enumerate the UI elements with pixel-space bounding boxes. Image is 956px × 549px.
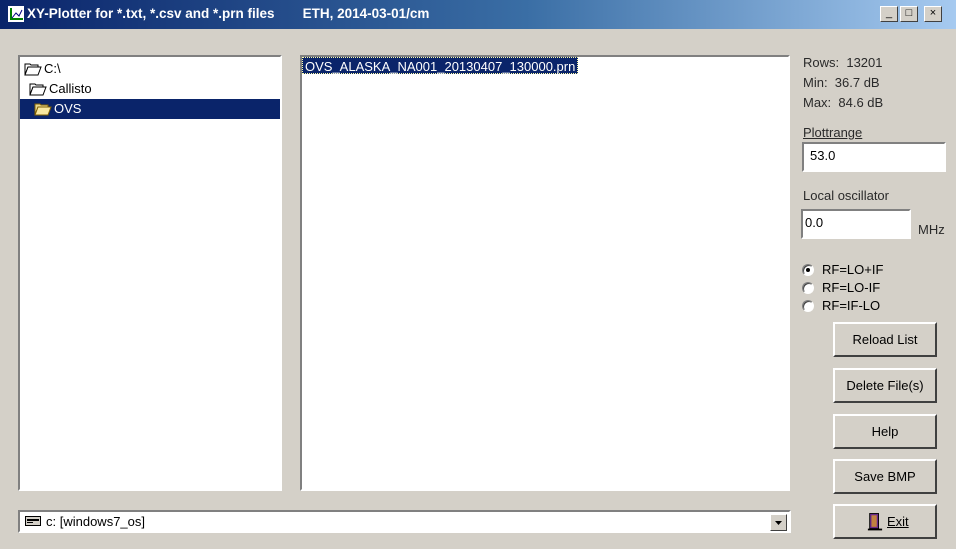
minimize-button[interactable]: _	[880, 6, 898, 22]
open-folder-icon	[24, 63, 42, 76]
title-bar: XY-Plotter for *.txt, *.csv and *.prn fi…	[0, 0, 956, 29]
file-list-item[interactable]: OVS_ALASKA_NA001_20130407_130000.prn	[302, 57, 579, 74]
mhz-unit-label: MHz	[918, 222, 945, 237]
radio-unchecked-icon	[802, 282, 814, 294]
drive-icon	[25, 516, 41, 526]
radio-label: RF=LO+IF	[822, 262, 884, 277]
directory-item-callisto[interactable]: Callisto	[29, 79, 269, 99]
directory-item-ovs[interactable]: OVS	[20, 99, 280, 119]
plotrange-label: Plottrange	[803, 125, 863, 140]
exit-door-icon	[867, 513, 883, 531]
local-oscillator-label: Local oscillator	[803, 188, 889, 203]
drive-select-value: c: [windows7_os]	[46, 514, 145, 529]
chevron-down-icon	[775, 521, 782, 525]
plot-app-icon	[8, 6, 24, 22]
exit-label: Exit	[887, 514, 909, 529]
window-title: XY-Plotter for *.txt, *.csv and *.prn fi…	[27, 6, 430, 21]
radio-label: RF=IF-LO	[822, 298, 881, 313]
delete-files-button[interactable]: Delete File(s)	[833, 368, 937, 403]
maximize-button[interactable]: □	[900, 6, 918, 22]
directory-label: OVS	[54, 101, 82, 116]
max-value: Max: 84.6 dB	[803, 95, 884, 110]
save-bmp-button[interactable]: Save BMP	[833, 459, 937, 494]
min-value: Min: 36.7 dB	[803, 75, 880, 90]
open-folder-icon	[34, 103, 52, 116]
directory-label: C:\	[44, 61, 61, 76]
dropdown-arrow-button[interactable]	[770, 514, 787, 531]
rows-count: Rows: 13201	[803, 55, 883, 70]
drive-select[interactable]: c: [windows7_os]	[18, 510, 791, 533]
window-subtitle: ETH, 2014-03-01/cm	[302, 6, 430, 21]
directory-item-c-root[interactable]: C:\	[24, 59, 274, 79]
radio-unchecked-icon	[802, 300, 814, 312]
close-button[interactable]: ×	[924, 6, 942, 22]
radio-checked-icon	[802, 264, 814, 276]
help-button[interactable]: Help	[833, 414, 937, 449]
reload-list-button[interactable]: Reload List	[833, 322, 937, 357]
open-folder-icon	[29, 83, 47, 96]
file-list[interactable]: OVS_ALASKA_NA001_20130407_130000.prn	[300, 55, 790, 491]
plotrange-input[interactable]: 53.0	[802, 142, 946, 172]
directory-label: Callisto	[49, 81, 92, 96]
local-oscillator-input[interactable]: 0.0	[801, 209, 911, 239]
directory-list[interactable]: C:\ Callisto OVS	[18, 55, 282, 491]
radio-label: RF=LO-IF	[822, 280, 881, 295]
exit-button[interactable]: Exit	[833, 504, 937, 539]
